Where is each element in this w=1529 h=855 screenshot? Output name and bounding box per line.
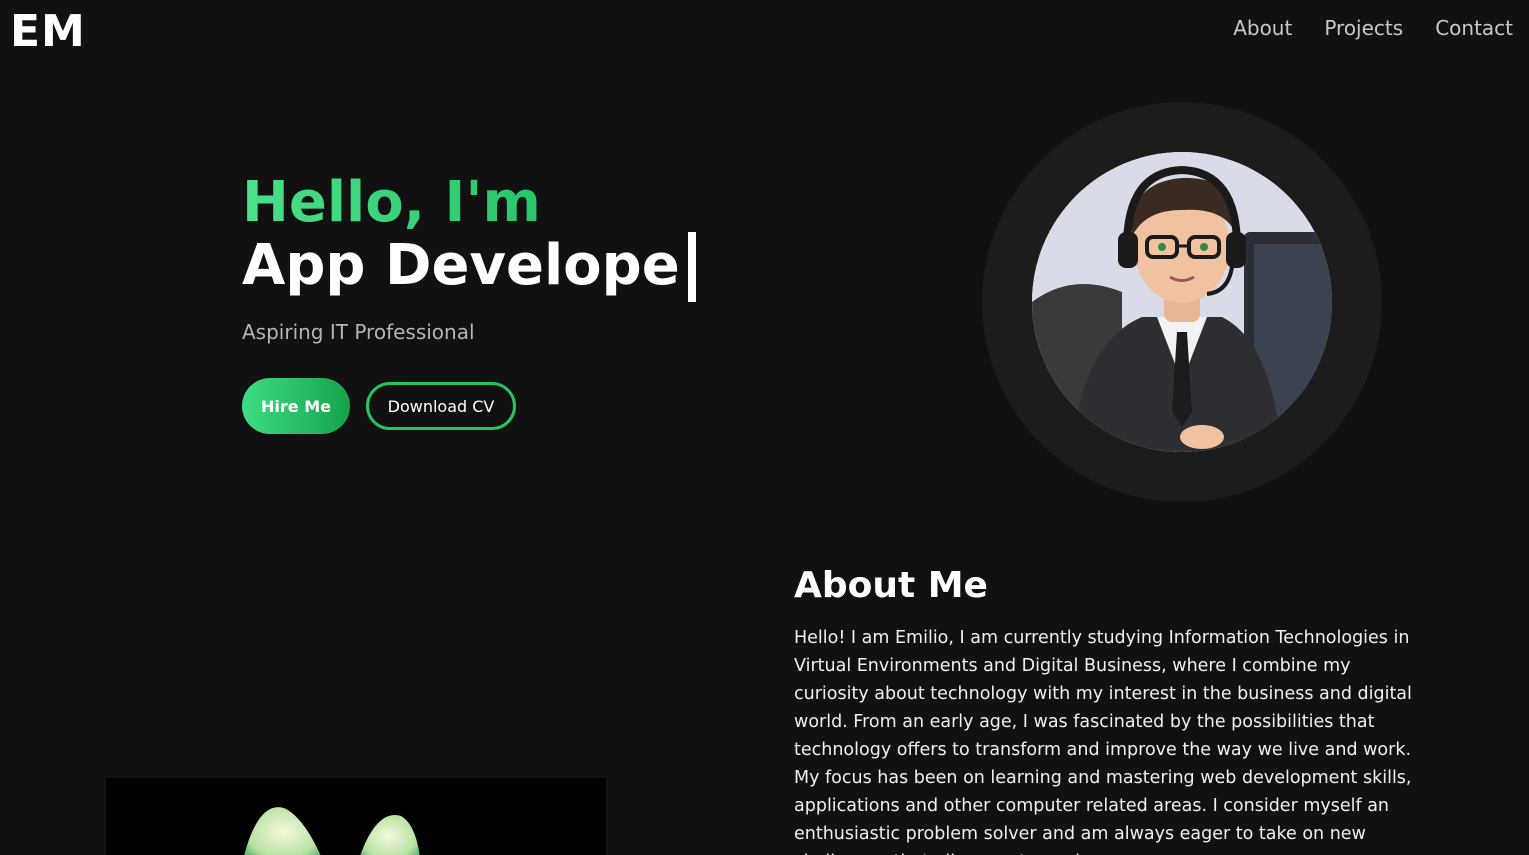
- hire-me-button[interactable]: Hire Me: [242, 378, 350, 434]
- nav-link-about[interactable]: About: [1233, 16, 1292, 40]
- hero-greeting: Hello, I'm: [242, 172, 696, 234]
- about-visual: [106, 778, 606, 855]
- abstract-3d-shape: [244, 807, 420, 855]
- typing-cursor: [687, 232, 696, 302]
- download-cv-button[interactable]: Download CV: [366, 382, 516, 430]
- hero-subtitle: Aspiring IT Professional: [242, 320, 475, 344]
- nav-link-projects[interactable]: Projects: [1324, 16, 1403, 40]
- hero-buttons: Hire Me Download CV: [242, 378, 696, 434]
- hero-role-line: App Develope: [242, 232, 696, 302]
- nav-link-contact[interactable]: Contact: [1435, 16, 1513, 40]
- about-text: Hello! I am Emilio, I am currently study…: [794, 628, 1412, 855]
- avatar-ring: [982, 102, 1382, 502]
- hero-section: Hello, I'm App Develope Aspiring IT Prof…: [242, 172, 696, 434]
- about-section: About Me Hello! I am Emilio, I am curren…: [794, 566, 1424, 855]
- top-navigation: About Projects Contact: [1233, 16, 1513, 40]
- hero-typed-role: App Develope: [242, 233, 680, 298]
- developer-illustration: [1032, 152, 1332, 452]
- about-title: About Me: [794, 565, 988, 606]
- site-logo[interactable]: EM: [10, 6, 86, 57]
- profile-avatar: [1032, 152, 1332, 452]
